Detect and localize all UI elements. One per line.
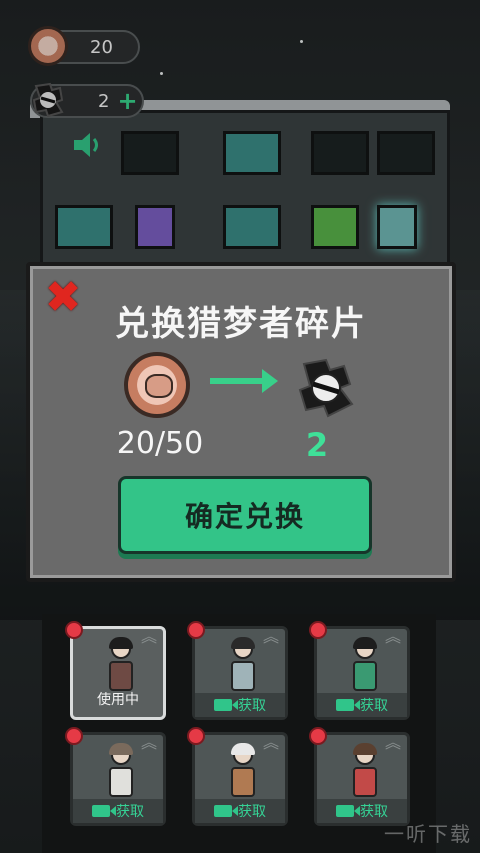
acquire-label: 获取: [360, 698, 388, 714]
chevron-up-icon: ︽: [262, 733, 279, 752]
character-body: [231, 767, 255, 797]
character-hair: [231, 637, 255, 649]
acquire-label: 获取: [116, 804, 144, 820]
exchange-rate: 20/50: [116, 426, 204, 461]
character-figure: [227, 637, 259, 695]
watermark: 一听下载: [384, 822, 472, 846]
video-icon: [214, 805, 238, 817]
acquire-button[interactable]: 获取: [317, 693, 407, 717]
acquire-button[interactable]: 获取: [195, 799, 285, 823]
chevron-up-icon: ︽: [384, 733, 401, 752]
arrow-head: [262, 369, 278, 393]
acquire-button[interactable]: 获取: [73, 799, 163, 823]
character-grid: ︽ 使用中 ︽ 获取 ︽ 获取 ︽ 获取 ︽ 获取 ︽ 获取: [42, 614, 436, 853]
confirm-exchange-button[interactable]: 确定兑换: [118, 476, 372, 554]
video-icon: [336, 805, 360, 817]
character-figure: [349, 743, 381, 801]
video-icon: [336, 699, 360, 711]
character-body: [353, 661, 377, 691]
character-figure: [105, 743, 137, 801]
character-hair: [353, 743, 377, 755]
character-body: [231, 661, 255, 691]
notification-badge: [309, 621, 327, 639]
character-body: [353, 767, 377, 797]
acquire-button[interactable]: 获取: [195, 693, 285, 717]
chevron-up-icon: ︽: [262, 627, 279, 646]
exchange-dialog: ✖ 兑换猎梦者碎片 20/50 2 确定兑换: [26, 262, 456, 582]
character-card[interactable]: ︽ 获取: [309, 727, 410, 826]
in-use-label: 使用中: [97, 692, 139, 708]
notification-badge: [65, 727, 83, 745]
character-figure: [105, 637, 137, 695]
character-figure: [227, 743, 259, 801]
character-hair: [109, 743, 133, 755]
acquire-label: 获取: [238, 804, 266, 820]
video-icon: [92, 805, 116, 817]
chevron-up-icon: ︽: [384, 627, 401, 646]
notification-badge: [187, 727, 205, 745]
exchange-result: 2: [305, 426, 329, 464]
notification-badge: [309, 727, 327, 745]
character-body: [109, 661, 133, 691]
character-hair: [353, 637, 377, 649]
character-hair: [231, 743, 255, 755]
character-card[interactable]: ︽ 使用中: [65, 621, 166, 720]
character-card[interactable]: ︽ 获取: [187, 621, 288, 720]
dialog-title: 兑换猎梦者碎片: [115, 304, 367, 344]
character-hair: [109, 637, 133, 649]
coin-face: [145, 374, 173, 398]
video-icon: [214, 699, 238, 711]
notification-badge: [187, 621, 205, 639]
character-card[interactable]: ︽ 获取: [65, 727, 166, 826]
arrow-right-icon: [210, 378, 268, 384]
character-body: [109, 767, 133, 797]
fragment-icon: [298, 358, 354, 418]
chevron-up-icon: ︽: [140, 627, 157, 646]
coin-icon: [124, 352, 190, 418]
character-figure: [349, 637, 381, 695]
character-card[interactable]: ︽ 获取: [309, 621, 410, 720]
notification-badge: [65, 621, 83, 639]
chevron-up-icon: ︽: [140, 733, 157, 752]
acquire-label: 获取: [238, 698, 266, 714]
character-card[interactable]: ︽ 获取: [187, 727, 288, 826]
